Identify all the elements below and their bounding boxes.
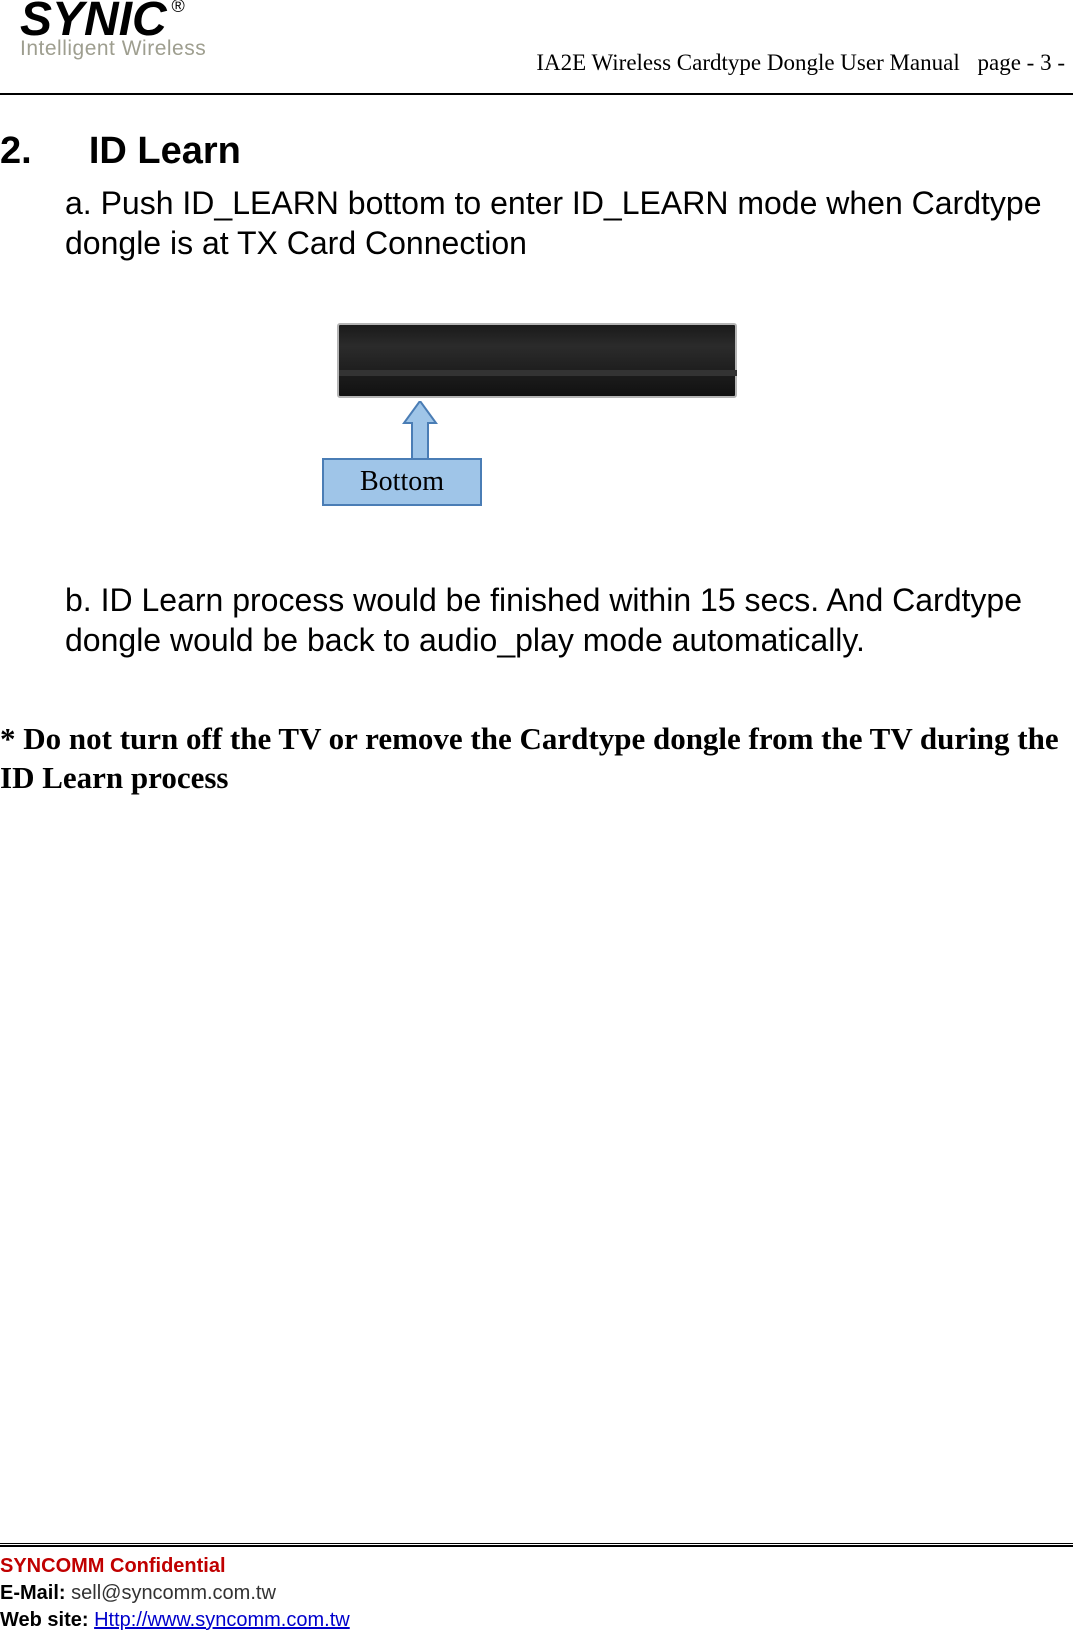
callout-label-box: Bottom: [322, 458, 482, 506]
email-label: E-Mail:: [0, 1582, 66, 1604]
step-a-text: a. Push ID_LEARN bottom to enter ID_LEAR…: [65, 183, 1063, 263]
registered-mark: ®: [171, 0, 184, 17]
section-number: 2.: [0, 130, 32, 172]
callout-label: Bottom: [360, 466, 444, 498]
website-label: Web site:: [0, 1609, 89, 1631]
footer-separator: [0, 1543, 1073, 1547]
page-footer: SYNCOMM Confidential E-Mail: sell@syncom…: [0, 1553, 350, 1634]
dongle-slot: [339, 370, 737, 376]
website-link[interactable]: Http://www.syncomm.com.tw: [94, 1609, 350, 1631]
document-title: IA2E Wireless Cardtype Dongle User Manua…: [536, 50, 959, 75]
callout-container: Bottom: [0, 403, 1073, 548]
step-b-text: b. ID Learn process would be finished wi…: [65, 580, 1063, 660]
section-title: ID Learn: [89, 130, 241, 172]
header-right: IA2E Wireless Cardtype Dongle User Manua…: [536, 50, 1065, 76]
page-content: 2. ID Learn a. Push ID_LEARN bottom to e…: [0, 95, 1073, 798]
dongle-image: [337, 323, 737, 398]
up-arrow-icon: [400, 401, 440, 466]
logo-main-text: SYNIC: [20, 0, 167, 46]
page-header: SYNIC ® Intelligent Wireless IA2E Wirele…: [0, 0, 1073, 95]
footer-email-line: E-Mail: sell@syncomm.com.tw: [0, 1580, 350, 1607]
page-number: page - 3 -: [978, 50, 1066, 75]
confidential-label: SYNCOMM Confidential: [0, 1553, 350, 1580]
email-value: sell@syncomm.com.tw: [71, 1582, 276, 1604]
logo: SYNIC ® Intelligent Wireless: [20, 0, 206, 61]
section-heading: 2. ID Learn: [0, 130, 1073, 173]
warning-text: * Do not turn off the TV or remove the C…: [0, 720, 1065, 798]
figure-dongle: [0, 323, 1073, 403]
footer-website-line: Web site: Http://www.syncomm.com.tw: [0, 1607, 350, 1634]
